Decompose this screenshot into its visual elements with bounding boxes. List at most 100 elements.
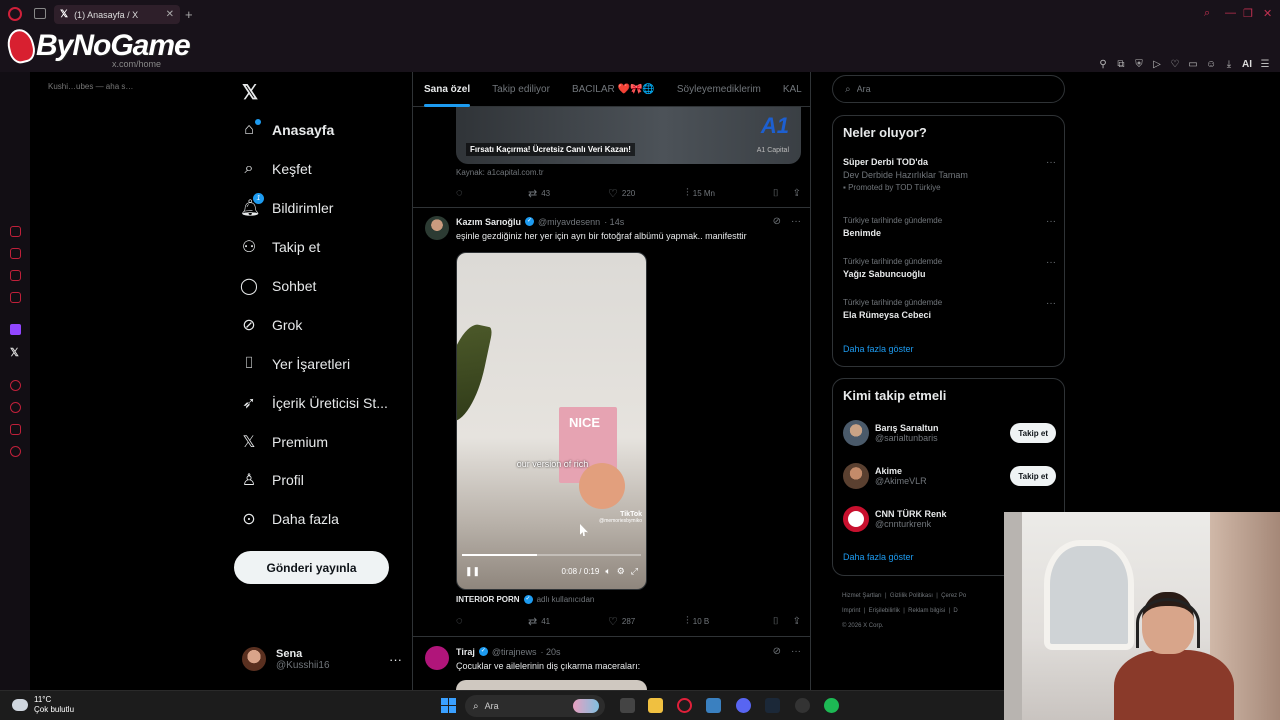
more-icon[interactable]: ··· bbox=[1046, 298, 1056, 309]
trend-item[interactable]: Türkiye tarihinde gündemde Yağız Sabuncu… bbox=[843, 257, 1056, 279]
sidebar-history-icon[interactable] bbox=[10, 402, 21, 413]
close-tab-icon[interactable]: ✕ bbox=[166, 9, 174, 20]
menu-icon[interactable]: ☰ bbox=[1260, 59, 1270, 70]
sidebar-music-icon[interactable] bbox=[10, 292, 21, 303]
account-switcher[interactable]: Sena @Kusshii16 ··· bbox=[242, 643, 402, 675]
weather-widget[interactable]: 11°C Çok bulutlu bbox=[12, 695, 74, 715]
sidebar-x-icon[interactable]: 𝕏 bbox=[10, 346, 19, 359]
account-icon[interactable]: ☺ bbox=[1206, 59, 1216, 70]
show-more-link[interactable]: Daha fazla göster bbox=[843, 552, 914, 562]
new-tab-icon[interactable]: + bbox=[185, 7, 193, 22]
nav-follow[interactable]: ⚇ Takip et bbox=[240, 234, 320, 260]
nav-premium[interactable]: 𝕏 Premium bbox=[240, 429, 328, 455]
discord-icon[interactable] bbox=[736, 698, 751, 713]
wallet-icon[interactable]: ▭ bbox=[1188, 59, 1198, 70]
file-explorer-icon[interactable] bbox=[648, 698, 663, 713]
nav-bookmarks[interactable]: ⌷ Yer İşaretleri bbox=[240, 351, 350, 377]
more-icon[interactable]: ··· bbox=[1046, 216, 1056, 227]
more-icon[interactable]: ··· bbox=[389, 652, 402, 667]
heart-icon[interactable]: ♡ bbox=[1170, 59, 1180, 70]
footer-link[interactable]: Reklam bilgisi bbox=[908, 608, 945, 614]
like-button[interactable]: ♡ 287 bbox=[608, 615, 686, 628]
tab-for-you[interactable]: Sana özel bbox=[413, 72, 481, 107]
share-icon[interactable]: ⇪ bbox=[793, 616, 801, 627]
nav-creator-studio[interactable]: ➶ İçerik Üreticisi St... bbox=[240, 390, 388, 416]
follow-button[interactable]: Takip et bbox=[1010, 466, 1056, 486]
maximize-icon[interactable]: ❐ bbox=[1243, 7, 1253, 20]
close-window-icon[interactable]: ✕ bbox=[1263, 7, 1272, 20]
windows-start-icon[interactable] bbox=[441, 698, 456, 713]
footer-link[interactable]: Gizlilik Politikası bbox=[890, 593, 933, 599]
search-input[interactable] bbox=[856, 84, 1037, 94]
sidebar-extensions-icon[interactable] bbox=[10, 424, 21, 435]
sidebar-chatgpt-icon[interactable] bbox=[10, 226, 21, 237]
play-icon[interactable]: ▷ bbox=[1152, 59, 1162, 70]
x-logo-icon[interactable]: 𝕏 bbox=[242, 80, 258, 105]
grok-icon[interactable]: ⊘ bbox=[773, 216, 781, 227]
tab-following[interactable]: Takip ediliyor bbox=[481, 72, 561, 107]
trend-item[interactable]: Türkiye tarihinde gündemde Ela Rümeysa C… bbox=[843, 298, 1056, 320]
search-tabs-icon[interactable]: ⌕ bbox=[1204, 7, 1210, 20]
spotify-icon[interactable] bbox=[824, 698, 839, 713]
bookmark-icon[interactable]: ⌷ bbox=[773, 616, 779, 627]
sidebar-messenger-icon[interactable] bbox=[10, 248, 21, 259]
footer-link[interactable]: Imprint bbox=[842, 608, 860, 614]
ai-button[interactable]: AI bbox=[1242, 59, 1252, 70]
nav-grok[interactable]: ⊘ Grok bbox=[240, 312, 302, 338]
footer-link[interactable]: Hizmet Şartları bbox=[842, 593, 882, 599]
app-icon[interactable] bbox=[706, 698, 721, 713]
pause-icon[interactable]: ❚❚ bbox=[465, 566, 480, 577]
task-view-icon[interactable] bbox=[620, 698, 635, 713]
trend-item[interactable]: Süper Derbi TOD'da Dev Derbide Hazırlıkl… bbox=[843, 157, 1056, 192]
tab-list-soyleyemediklerim[interactable]: Söyleyemediklerim bbox=[666, 72, 772, 107]
minimize-icon[interactable]: — bbox=[1225, 7, 1236, 19]
tweet-author-name[interactable]: Tiraj bbox=[456, 647, 475, 657]
tweet-time[interactable]: · 14s bbox=[604, 217, 624, 227]
repost-button[interactable]: ⇄ 43 bbox=[528, 187, 608, 200]
avatar[interactable] bbox=[425, 216, 449, 240]
nav-explore[interactable]: ⌕ Keşfet bbox=[240, 156, 312, 182]
browser-tab[interactable]: 𝕏 (1) Anasayfa / X ✕ bbox=[54, 5, 180, 24]
tweet-author-handle[interactable]: @miyavdesenn bbox=[538, 217, 600, 227]
search-box[interactable]: ⌕ bbox=[832, 75, 1065, 103]
nav-notifications[interactable]: 🔔︎ 1 Bildirimler bbox=[240, 193, 333, 221]
fullscreen-icon[interactable]: ⤢ bbox=[631, 566, 638, 577]
views-button[interactable]: ⫶ 10 B bbox=[686, 615, 709, 628]
shield-icon[interactable]: ⛨ bbox=[1134, 59, 1144, 70]
reply-button[interactable]: ◌ bbox=[456, 187, 528, 199]
snapshot-icon[interactable]: ⧉ bbox=[1116, 59, 1126, 70]
taskbar-search[interactable]: ⌕ Ara bbox=[465, 695, 605, 717]
tweet-author-handle[interactable]: @tirajnews bbox=[492, 647, 537, 657]
trend-item[interactable]: Türkiye tarihinde gündemde Benimde ··· bbox=[843, 216, 1056, 238]
tab-menu-icon[interactable] bbox=[34, 8, 46, 19]
follow-suggestion[interactable]: Akime @AkimeVLR Takip et bbox=[843, 461, 1056, 491]
nav-profile[interactable]: ♙ Profil bbox=[240, 467, 304, 493]
nav-home[interactable]: ⌂ Anasayfa bbox=[240, 117, 334, 143]
sidebar-instagram-icon[interactable] bbox=[10, 270, 21, 281]
tab-list-kal[interactable]: KAL bbox=[772, 72, 810, 107]
repost-button[interactable]: ⇄ 41 bbox=[528, 615, 608, 628]
more-icon[interactable]: ··· bbox=[791, 216, 801, 227]
opera-gx-icon[interactable] bbox=[677, 698, 692, 713]
download-icon[interactable]: ⤓ bbox=[1224, 59, 1234, 70]
sidebar-player-icon[interactable] bbox=[10, 380, 21, 391]
post-button[interactable]: Gönderi yayınla bbox=[234, 551, 389, 584]
nav-more[interactable]: ⊙ Daha fazla bbox=[240, 506, 339, 532]
obs-icon[interactable] bbox=[795, 698, 810, 713]
reply-button[interactable]: ◌ bbox=[456, 615, 528, 627]
avatar[interactable] bbox=[425, 646, 449, 670]
opera-menu-icon[interactable] bbox=[8, 7, 22, 21]
steam-icon[interactable] bbox=[765, 698, 780, 713]
footer-link[interactable]: D bbox=[953, 608, 957, 614]
like-button[interactable]: ♡ 220 bbox=[608, 187, 686, 200]
video-progress-bar[interactable] bbox=[462, 554, 641, 556]
follow-suggestion[interactable]: Barış Sarıaltun @sarialtunbaris Takip et bbox=[843, 418, 1056, 448]
bookmark-item[interactable]: Kushi…ubes — aha s… bbox=[48, 82, 133, 91]
show-more-link[interactable]: Daha fazla göster bbox=[843, 344, 914, 354]
bookmark-icon[interactable]: ⌷ bbox=[773, 188, 779, 199]
tab-list-bacilar[interactable]: BACILAR ❤️🎀🌐 bbox=[561, 72, 666, 107]
settings-icon[interactable]: ⚙ bbox=[617, 566, 625, 577]
sidebar-settings-icon[interactable] bbox=[10, 446, 21, 457]
more-icon[interactable]: ··· bbox=[791, 646, 801, 657]
views-button[interactable]: ⫶ 15 Mn bbox=[686, 187, 715, 200]
